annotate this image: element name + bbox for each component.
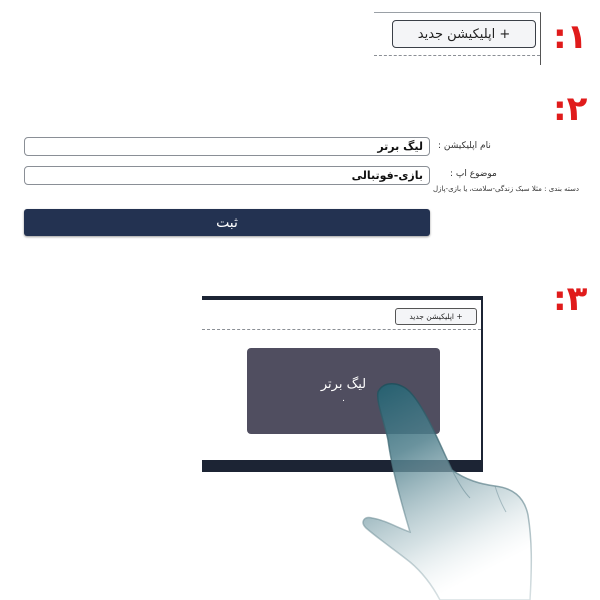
app-name-label: نام اپلیکیشن :: [438, 141, 491, 151]
step-number-1: ۱:: [553, 17, 588, 57]
app-card[interactable]: لیگ برتر ۰: [247, 348, 440, 434]
app-card-title: لیگ برتر: [320, 376, 367, 392]
new-app-button-preview[interactable]: + اپلیکیشن جدید: [395, 308, 477, 325]
submit-button[interactable]: ثبت: [24, 209, 430, 236]
step-number-2: ۲:: [553, 89, 588, 129]
new-app-button[interactable]: + اپلیکیشن جدید: [392, 20, 536, 48]
topic-hint: دسته بندی : مثلا سبک زندگی-سلامت، یا باز…: [433, 185, 579, 193]
preview-divider: [202, 329, 481, 330]
app-screen-content: + اپلیکیشن جدید لیگ برتر ۰: [202, 300, 481, 460]
topic-input[interactable]: بازی-فوتبالی: [24, 166, 430, 185]
topic-label: موضوع اپ :: [450, 169, 497, 179]
app-card-count: ۰: [341, 395, 346, 406]
app-screen-preview: + اپلیکیشن جدید لیگ برتر ۰: [202, 296, 483, 472]
step1-divider: [374, 55, 540, 56]
app-name-input[interactable]: لیگ برتر: [24, 137, 430, 156]
step-number-3: ۳:: [553, 279, 588, 319]
